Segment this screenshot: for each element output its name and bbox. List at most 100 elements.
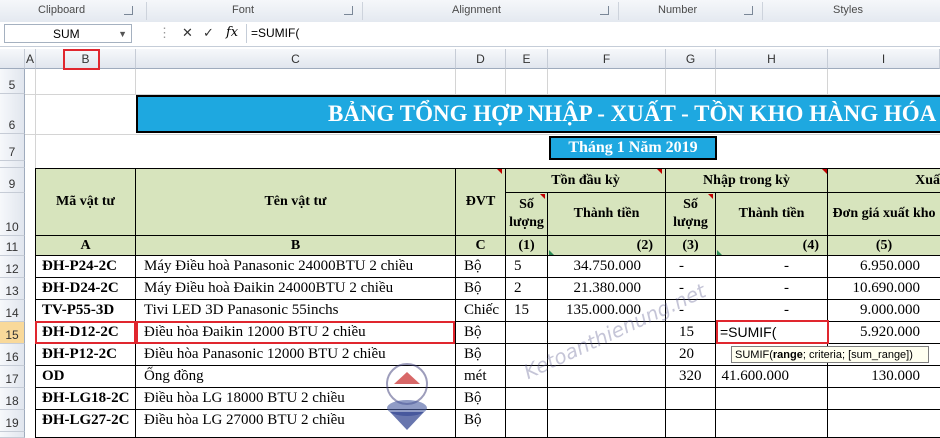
select-all-corner[interactable] [0,49,25,69]
cell-so-luong-nhap[interactable]: 20 [666,344,716,366]
tooltip-current-arg[interactable]: range [773,349,803,361]
cell-don-gia[interactable]: 10.690.000 [828,278,940,300]
cell-thanh-tien-ton[interactable]: 34.750.000 [548,256,666,278]
cell-ma-vat-tu[interactable]: TV-P55-3D [35,300,136,322]
font-dialog-launcher-icon[interactable] [344,6,353,15]
column-header-i[interactable]: I [828,49,940,69]
index-cell: (4) [716,236,828,256]
cell-so-luong-ton[interactable]: 15 [506,300,548,322]
index-cell: (3) [666,236,716,256]
cell-thanh-tien-nhap[interactable] [716,388,828,410]
cell-ma-vat-tu[interactable]: ĐH-P24-2C [35,256,136,278]
cancel-icon[interactable]: ✕ [182,25,193,41]
lookup-name-highlight [136,321,455,344]
cell-ma-vat-tu[interactable]: ĐH-P12-2C [35,344,136,366]
row-header[interactable]: 8 [0,161,25,168]
tooltip-function-name[interactable]: SUMIF( [735,349,773,361]
cell-ten-vat-tu[interactable]: Tivi LED 3D Panasonic 55inchs [136,300,456,322]
number-dialog-launcher-icon[interactable] [744,6,753,15]
cell-thanh-tien-nhap[interactable]: - [716,278,828,300]
row-header[interactable]: 14 [0,300,25,322]
comment-indicator-icon [540,194,545,199]
column-header-h[interactable]: H [716,49,828,69]
cell-thanh-tien-ton[interactable] [548,366,666,388]
cell-don-gia[interactable]: 5.920.000 [828,322,940,344]
column-header-e[interactable]: E [506,49,548,69]
more-icon: ⋮ [158,25,171,40]
cell-ma-vat-tu[interactable]: OD [35,366,136,388]
cell-don-gia[interactable]: 9.000.000 [828,300,940,322]
column-header-f[interactable]: F [548,49,666,69]
row-header[interactable]: 17 [0,366,25,388]
cell-dvt[interactable]: Bộ [456,410,506,438]
cell-thanh-tien-ton[interactable] [548,388,666,410]
cell-so-luong-ton[interactable] [506,322,548,344]
cell-ma-vat-tu[interactable]: ĐH-LG18-2C [35,388,136,410]
cell-don-gia[interactable]: 6.950.000 [828,256,940,278]
gridline [35,69,36,169]
function-tooltip[interactable]: SUMIF(range; criteria; [sum_range]) [731,346,929,363]
cell-so-luong-nhap[interactable] [666,388,716,410]
cell-ten-vat-tu[interactable]: Máy Điều hoà Panasonic 24000BTU 2 chiều [136,256,456,278]
cell-dvt[interactable]: Chiếc [456,300,506,322]
cell-so-luong-ton[interactable] [506,410,548,438]
cell-dvt[interactable]: Bộ [456,344,506,366]
cell-thanh-tien-ton[interactable]: 21.380.000 [548,278,666,300]
row-header[interactable]: 20 [0,432,25,438]
comment-indicator-icon [657,169,662,174]
row-header[interactable]: 13 [0,278,25,300]
gridline [25,134,940,135]
font-group-label: Font [232,4,255,16]
row-header[interactable]: 6 [0,94,25,134]
cell-don-gia[interactable] [828,388,940,410]
row-header[interactable]: 11 [0,236,25,256]
row-header[interactable]: 19 [0,410,25,432]
column-header-c[interactable]: C [136,49,456,69]
cell-don-gia[interactable]: 130.000 [828,366,940,388]
gridline [455,69,456,94]
cell-dvt[interactable]: mét [456,366,506,388]
row-header-selected[interactable]: 15 [0,322,25,344]
formula-input[interactable]: =SUMIF( [246,24,940,43]
cell-so-luong-ton[interactable]: 2 [506,278,548,300]
cell-so-luong-nhap[interactable]: 320 [666,366,716,388]
cell-ma-vat-tu[interactable]: ĐH-D24-2C [35,278,136,300]
cell-dvt[interactable]: Bộ [456,278,506,300]
cell-thanh-tien-nhap[interactable]: - [716,256,828,278]
cell-dvt[interactable]: Bộ [456,256,506,278]
cell-so-luong-nhap[interactable]: 15 [666,322,716,344]
enter-icon[interactable]: ✓ [203,25,214,41]
row-header[interactable]: 7 [0,134,25,161]
row-header[interactable]: 12 [0,256,25,278]
row-header[interactable]: 16 [0,344,25,366]
cell-dvt[interactable]: Bộ [456,388,506,410]
alignment-dialog-launcher-icon[interactable] [600,6,609,15]
cell-thanh-tien-ton[interactable] [548,410,666,438]
row-header[interactable]: 10 [0,193,25,236]
row-header[interactable]: 5 [0,69,25,94]
column-header-d[interactable]: D [456,49,506,69]
active-cell-highlight [716,320,829,344]
cell-so-luong-nhap[interactable]: - [666,256,716,278]
cell-thanh-tien-nhap[interactable]: 41.600.000 [716,366,828,388]
alignment-group-label: Alignment [452,4,501,16]
cell-ma-vat-tu[interactable]: ĐH-LG27-2C [35,410,136,438]
column-header-a[interactable]: A [25,49,36,69]
index-cell: C [456,236,506,256]
cell-thanh-tien-nhap[interactable] [716,410,828,438]
clipboard-dialog-launcher-icon[interactable] [124,6,133,15]
index-cell: (5) [828,236,940,256]
cell-so-luong-nhap[interactable] [666,410,716,438]
cell-dvt[interactable]: Bộ [456,322,506,344]
row-header[interactable]: 18 [0,388,25,410]
row-header[interactable]: 9 [0,168,25,193]
cell-thanh-tien-nhap[interactable]: - [716,300,828,322]
cell-don-gia[interactable] [828,410,940,438]
cell-so-luong-ton[interactable] [506,388,548,410]
cell-so-luong-ton[interactable]: 5 [506,256,548,278]
name-box[interactable]: SUM ▼ [4,24,132,43]
column-header-g[interactable]: G [666,49,716,69]
chevron-down-icon[interactable]: ▼ [118,25,127,44]
insert-function-icon[interactable]: fx [226,25,238,40]
cell-ten-vat-tu[interactable]: Máy Điều hoà Đaikin 24000BTU 2 chiều [136,278,456,300]
